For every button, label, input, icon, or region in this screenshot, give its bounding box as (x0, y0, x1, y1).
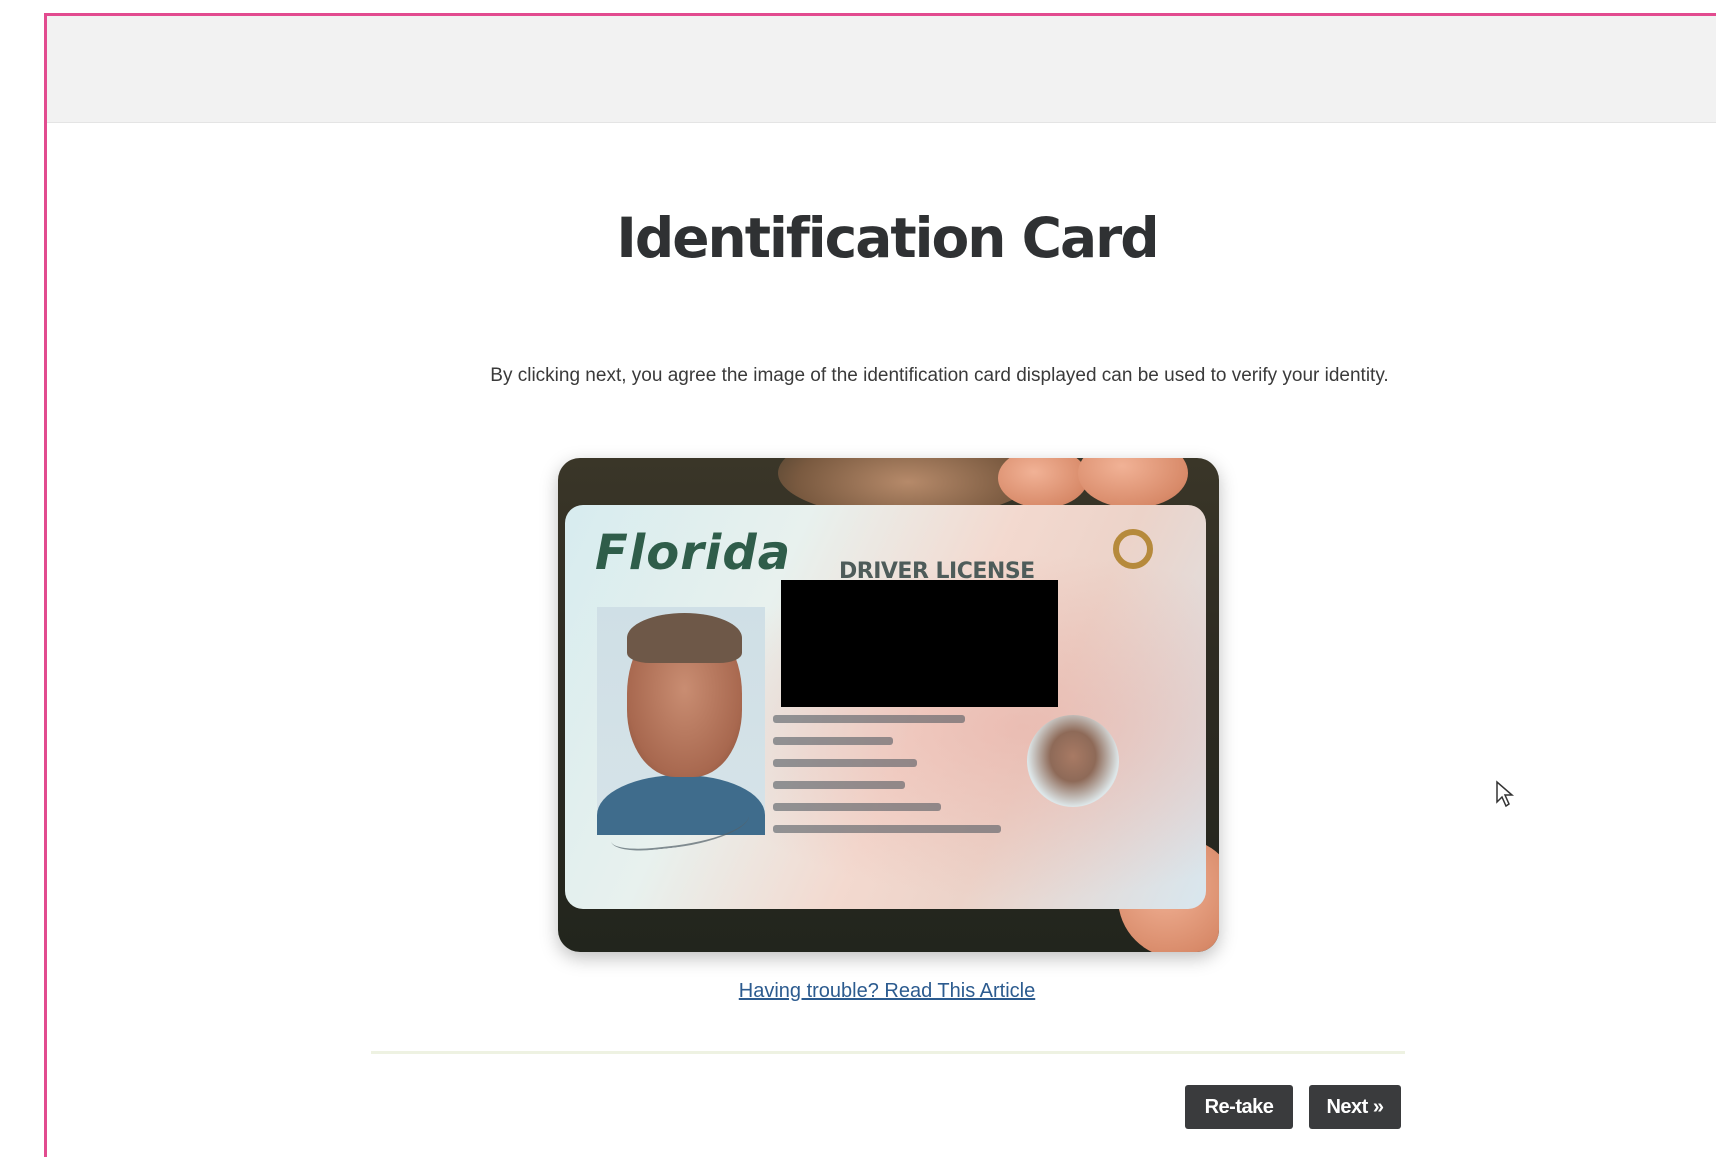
blurred-text-line (773, 825, 1001, 833)
top-bar (47, 16, 1716, 123)
portrait-hair (627, 613, 742, 663)
retake-button[interactable]: Re-take (1185, 1085, 1293, 1129)
mouse-cursor-icon (1496, 780, 1515, 808)
page: Identification Card By clicking next, yo… (0, 0, 1716, 1157)
card-state-name: Florida (595, 525, 792, 581)
id-card-photo: Florida DRIVER LICENSE (558, 458, 1219, 952)
blurred-text-line (773, 781, 905, 789)
id-card: Florida DRIVER LICENSE (565, 505, 1206, 909)
next-button[interactable]: Next » (1309, 1085, 1401, 1129)
redaction-box (781, 580, 1058, 707)
consent-instructions: By clicking next, you agree the image of… (490, 365, 1389, 386)
divider (371, 1051, 1405, 1054)
card-details-blurred (773, 715, 1013, 847)
blurred-text-line (773, 759, 917, 767)
card-seal-icon (1113, 529, 1153, 569)
photo-finger (1078, 458, 1188, 508)
page-title: Identification Card (616, 206, 1159, 270)
photo-finger (998, 458, 1088, 508)
blurred-text-line (773, 803, 941, 811)
blurred-text-line (773, 737, 893, 745)
app-frame: Identification Card By clicking next, yo… (44, 13, 1716, 1157)
help-article-link[interactable]: Having trouble? Read This Article (47, 980, 1716, 1003)
card-ghost-portrait (1027, 715, 1119, 807)
blurred-text-line (773, 715, 965, 723)
